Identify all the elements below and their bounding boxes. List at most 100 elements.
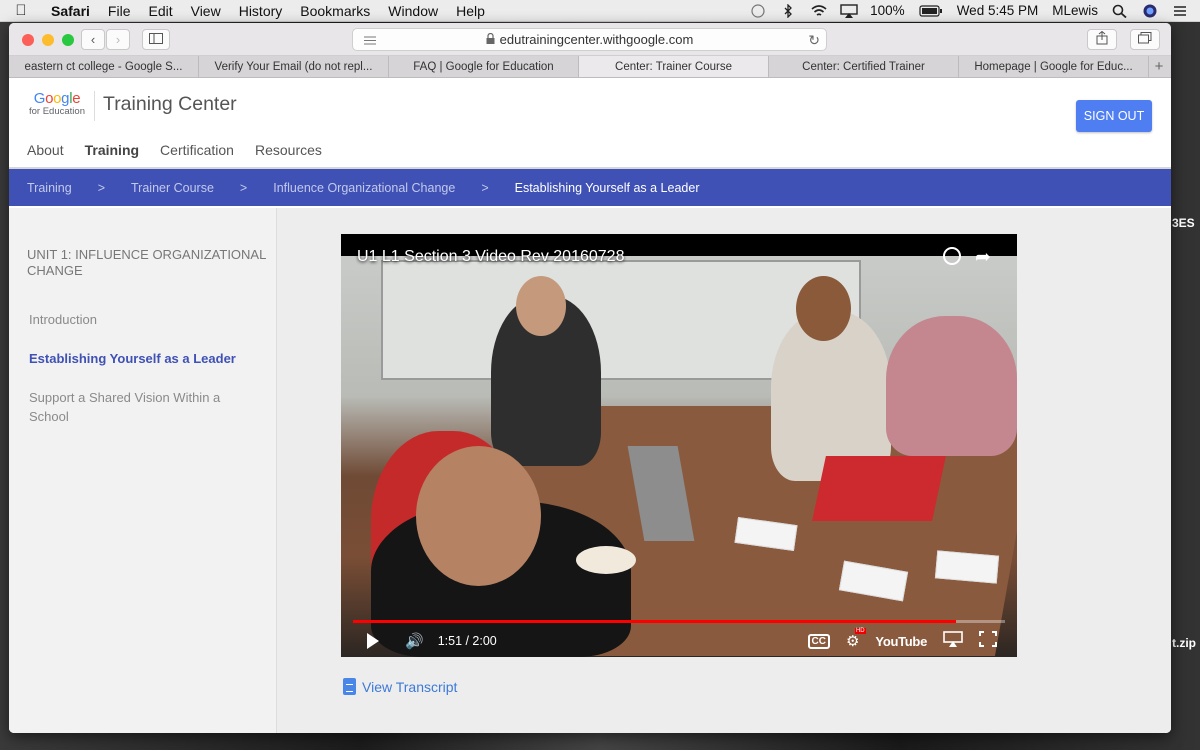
google-for-education-logo[interactable]: Google for Education [27, 90, 87, 117]
menu-view[interactable]: View [182, 3, 230, 19]
siri-icon[interactable] [1142, 4, 1158, 18]
menu-history[interactable]: History [230, 3, 292, 19]
wifi-icon[interactable] [810, 4, 827, 18]
sidebar-item-introduction[interactable]: Introduction [29, 310, 239, 329]
breadcrumb-current: Establishing Yourself as a Leader [514, 180, 700, 195]
video-plate [576, 546, 636, 574]
menu-bar:  Safari File Edit View History Bookmark… [0, 0, 1200, 22]
nav-training[interactable]: Training [85, 142, 139, 158]
share-icon [1096, 30, 1108, 48]
nav-certification[interactable]: Certification [160, 142, 234, 158]
video-frame[interactable] [341, 256, 1017, 657]
menu-edit[interactable]: Edit [139, 3, 181, 19]
logo-letter: e [72, 90, 81, 107]
tab-bar: eastern ct college - Google S... Verify … [9, 56, 1171, 78]
safari-window: ‹ › edutrainingcenter.withgoogle.com ↻ e… [9, 23, 1171, 733]
window-controls [22, 34, 74, 46]
dashlane-icon[interactable] [750, 3, 766, 18]
browser-tab[interactable]: Center: Certified Trainer [769, 56, 959, 77]
sidebar-item-establishing-leader[interactable]: Establishing Yourself as a Leader [29, 349, 239, 368]
youtube-logo[interactable]: YouTube [875, 634, 927, 649]
video-person-head [516, 276, 566, 336]
sidebar-item-shared-vision[interactable]: Support a Shared Vision Within a School [29, 388, 239, 426]
tabs-icon [1138, 32, 1152, 47]
logo-letter: o [45, 90, 54, 107]
video-progress-fill [353, 620, 957, 623]
reload-icon[interactable]: ↻ [808, 32, 820, 49]
nav-resources[interactable]: Resources [255, 142, 322, 158]
clock[interactable]: Wed 5:45 PM [957, 3, 1039, 18]
bluetooth-icon[interactable] [780, 2, 796, 19]
logo-letter: o [53, 90, 62, 107]
browser-tab[interactable]: Homepage | Google for Educ... [959, 56, 1149, 77]
zoom-window-button[interactable] [62, 34, 74, 46]
battery-percent: 100% [870, 3, 905, 18]
menu-window[interactable]: Window [379, 3, 447, 19]
volume-icon[interactable]: 🔊 [405, 632, 424, 650]
settings-icon[interactable]: ⚙ HD [846, 628, 866, 650]
video-player[interactable]: U1 L1 Section 3 Video Rev 20160728 ➦ 🔊 1… [341, 234, 1017, 657]
url-text: edutrainingcenter.withgoogle.com [499, 32, 694, 47]
reader-icon[interactable] [363, 34, 377, 49]
battery-icon[interactable] [919, 4, 943, 18]
new-tab-button[interactable]: + [1149, 56, 1169, 77]
view-transcript-link[interactable]: View Transcript [343, 678, 457, 695]
desktop-edge-text: 3ES [1172, 216, 1195, 230]
user-name[interactable]: MLewis [1052, 3, 1098, 18]
view-transcript-label: View Transcript [362, 678, 458, 695]
sign-out-button[interactable]: SIGN OUT [1076, 100, 1152, 132]
airplay-icon[interactable] [840, 3, 858, 18]
browser-tab[interactable]: Verify Your Email (do not repl... [199, 56, 389, 77]
chevron-left-icon: ‹ [90, 32, 96, 47]
notification-center-icon[interactable] [1172, 4, 1188, 18]
close-window-button[interactable] [22, 34, 34, 46]
video-marker-card [934, 550, 1000, 584]
breadcrumb-separator: > [481, 180, 489, 195]
video-progress-bar[interactable] [353, 620, 1005, 623]
video-person-head [796, 276, 851, 341]
apple-icon[interactable]:  [0, 2, 42, 19]
video-controls: 🔊 1:51 / 2:00 CC ⚙ HD YouTube [341, 625, 1017, 657]
minimize-window-button[interactable] [42, 34, 54, 46]
watch-later-icon[interactable] [943, 247, 961, 265]
menu-app-name[interactable]: Safari [42, 3, 99, 19]
spotlight-search-icon[interactable] [1112, 4, 1128, 18]
logo-divider [94, 91, 95, 121]
logo-google-text: Google [27, 90, 87, 107]
fullscreen-icon[interactable] [979, 630, 997, 652]
airplay-video-icon[interactable] [943, 630, 963, 652]
browser-tab-active[interactable]: Center: Trainer Course [579, 56, 769, 77]
video-red-laptop [812, 456, 946, 521]
google-docs-icon [343, 678, 356, 695]
breadcrumb-influence-change[interactable]: Influence Organizational Change [273, 181, 455, 195]
video-title[interactable]: U1 L1 Section 3 Video Rev 20160728 [357, 248, 624, 266]
menu-bookmarks[interactable]: Bookmarks [291, 3, 379, 19]
sidebar-toggle-button[interactable] [142, 29, 170, 50]
browser-tab[interactable]: FAQ | Google for Education [389, 56, 579, 77]
logo-subtitle: for Education [29, 106, 85, 117]
menu-help[interactable]: Help [447, 3, 494, 19]
video-person [886, 316, 1017, 456]
video-share-icon[interactable]: ➦ [975, 246, 991, 269]
address-bar[interactable]: edutrainingcenter.withgoogle.com ↻ [352, 28, 827, 51]
browser-toolbar: ‹ › edutrainingcenter.withgoogle.com ↻ [9, 23, 1171, 56]
menu-file[interactable]: File [99, 3, 140, 19]
nav-about[interactable]: About [27, 142, 64, 158]
browser-tab[interactable]: eastern ct college - Google S... [9, 56, 199, 77]
share-button[interactable] [1087, 29, 1117, 50]
unit-title: UNIT 1: INFLUENCE ORGANIZATIONAL CHANGE [27, 247, 266, 278]
page-content: UNIT 1: INFLUENCE ORGANIZATIONAL CHANGE … [9, 208, 1171, 733]
logo-letter: G [33, 90, 46, 107]
breadcrumb-training[interactable]: Training [27, 181, 72, 195]
show-tabs-button[interactable] [1130, 29, 1160, 50]
sidebar-icon [149, 32, 163, 47]
site-title[interactable]: Training Center [103, 93, 237, 116]
web-page: Google for Education Training Center SIG… [9, 79, 1171, 733]
back-button[interactable]: ‹ [81, 29, 105, 50]
lesson-sidebar: UNIT 1: INFLUENCE ORGANIZATIONAL CHANGE … [9, 208, 277, 733]
forward-button[interactable]: › [106, 29, 130, 50]
desktop-edge-text: t.zip [1172, 636, 1196, 650]
breadcrumb-trainer-course[interactable]: Trainer Course [131, 181, 214, 195]
captions-icon[interactable]: CC [807, 633, 830, 649]
play-icon[interactable] [367, 633, 379, 649]
